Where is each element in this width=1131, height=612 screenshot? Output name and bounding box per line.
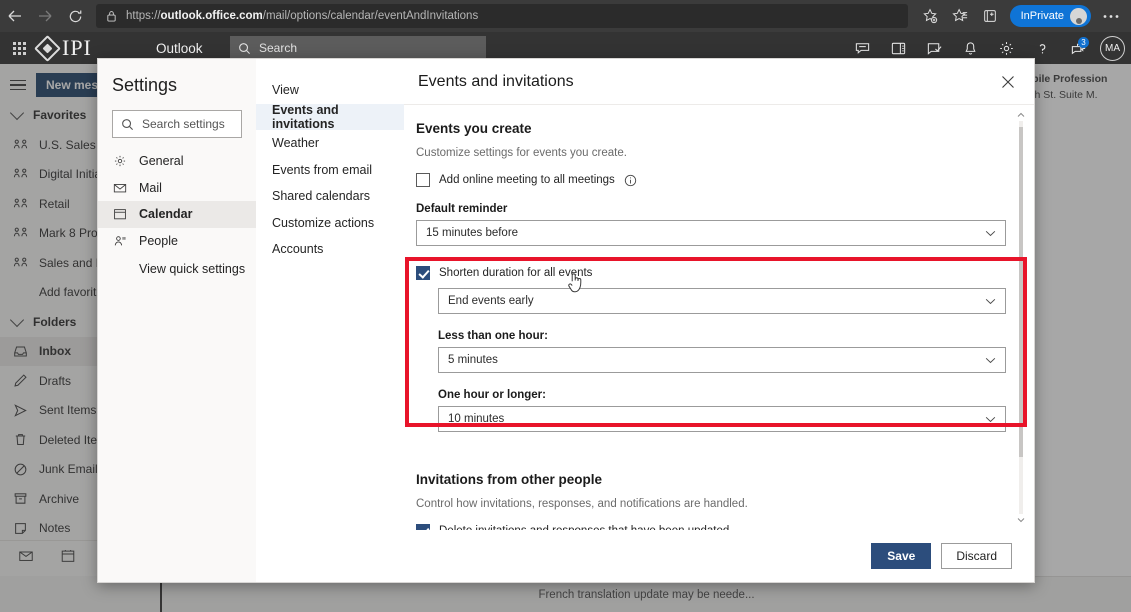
default-reminder-label: Default reminder (416, 203, 508, 215)
url-host: outlook.office.com (160, 10, 263, 22)
subnav-item-customize-actions[interactable]: Customize actions (256, 210, 404, 237)
add-online-meeting-checkbox[interactable] (416, 173, 430, 187)
profile-avatar (1070, 7, 1087, 25)
detail-scrollbar[interactable] (1014, 109, 1028, 526)
scrollbar-thumb[interactable] (1019, 127, 1023, 457)
person-icon (112, 234, 127, 248)
back-button[interactable] (0, 2, 30, 30)
add-online-meeting-label: Add online meeting to all meetings (439, 174, 615, 186)
address-bar[interactable]: https://outlook.office.com/mail/options/… (96, 4, 908, 28)
page-title: Events and invitations (418, 72, 574, 90)
default-reminder-select[interactable]: 15 minutes before (416, 220, 1006, 246)
settings-detail-pane: Events and invitations Events you create… (404, 59, 1034, 582)
detail-scroll-region: Events you create Customize settings for… (404, 105, 1034, 530)
delete-updated-row[interactable]: Delete invitations and responses that ha… (416, 524, 1006, 530)
settings-title: Settings (112, 75, 178, 95)
one-hour-or-longer-label: One hour or longer: (438, 389, 546, 401)
inprivate-indicator[interactable]: InPrivate (1009, 5, 1091, 27)
settings-nav-column: Settings Search settings General Mail Ca… (98, 59, 256, 582)
sidebar-item-calendar[interactable]: Calendar (98, 201, 256, 228)
shorten-mode-value: End events early (448, 295, 534, 307)
search-placeholder: Search (259, 41, 298, 55)
search-icon (239, 42, 251, 54)
sidebar-item-people[interactable]: People (98, 228, 256, 255)
sidebar-item-label: Calendar (139, 207, 193, 222)
search-icon (122, 118, 134, 130)
section-title-events-you-create: Events you create (416, 121, 532, 136)
chevron-down-icon (985, 416, 996, 423)
sidebar-item-general[interactable]: General (98, 148, 256, 175)
favorites-list-icon[interactable] (946, 3, 974, 29)
dialog-footer: Save Discard (404, 530, 1034, 582)
chevron-down-icon (985, 357, 996, 364)
mouse-cursor (567, 272, 584, 299)
chevron-down-icon (985, 298, 996, 305)
subnav-item-events-and-invitations[interactable]: Events and invitations (256, 103, 404, 131)
favorites-add-icon[interactable] (916, 3, 944, 29)
detail-header: Events and invitations (404, 59, 1034, 105)
less-than-one-hour-value: 5 minutes (448, 354, 498, 366)
reload-button[interactable] (60, 2, 90, 30)
discard-button[interactable]: Discard (941, 543, 1012, 569)
subnav-item-weather[interactable]: Weather (256, 130, 404, 157)
shorten-duration-row[interactable]: Shorten duration for all events (416, 266, 1006, 280)
less-than-one-hour-select[interactable]: 5 minutes (438, 347, 1006, 373)
subnav-item-shared-calendars[interactable]: Shared calendars (256, 183, 404, 210)
settings-subnav-column: View Events and invitations Weather Even… (256, 59, 404, 582)
sidebar-item-label: Mail (139, 180, 162, 195)
settings-dialog: Settings Search settings General Mail Ca… (97, 58, 1035, 583)
view-quick-settings-link[interactable]: View quick settings (98, 254, 256, 284)
feedback-icon[interactable]: 3 (1060, 32, 1096, 64)
save-button[interactable]: Save (871, 543, 932, 569)
section-desc-invitations: Control how invitations, responses, and … (416, 498, 748, 510)
forward-button[interactable] (30, 2, 60, 30)
lock-icon (106, 10, 117, 22)
shorten-duration-checkbox[interactable] (416, 266, 430, 280)
shorten-mode-select[interactable]: End events early (438, 288, 1006, 314)
delete-updated-label: Delete invitations and responses that ha… (439, 525, 729, 530)
search-input[interactable]: Search (230, 35, 486, 61)
sidebar-item-label: People (139, 233, 178, 248)
inprivate-label: InPrivate (1020, 10, 1064, 22)
info-icon[interactable] (624, 174, 637, 187)
subnav-item-view[interactable]: View (256, 77, 404, 104)
browser-toolbar: https://outlook.office.com/mail/options/… (0, 0, 1131, 32)
section-title-invitations: Invitations from other people (416, 472, 603, 487)
add-online-meeting-row[interactable]: Add online meeting to all meetings (416, 173, 1006, 187)
scroll-down-arrow-icon[interactable] (1014, 514, 1028, 526)
subnav-item-accounts[interactable]: Accounts (256, 236, 404, 263)
avatar[interactable]: MA (1100, 35, 1125, 61)
diamond-logo-icon (34, 34, 61, 62)
feedback-badge: 3 (1078, 37, 1089, 48)
collections-icon[interactable] (976, 3, 1004, 29)
settings-search-input[interactable]: Search settings (112, 110, 242, 138)
chevron-down-icon (985, 230, 996, 237)
sidebar-item-label: General (139, 154, 184, 169)
one-hour-or-longer-value: 10 minutes (448, 413, 505, 425)
app-launcher-icon[interactable] (0, 32, 38, 64)
less-than-one-hour-label: Less than one hour: (438, 330, 548, 342)
settings-search-placeholder: Search settings (142, 117, 225, 131)
app-name: Outlook (156, 40, 203, 56)
brand-name: IPI (62, 35, 92, 60)
default-reminder-value: 15 minutes before (426, 227, 519, 239)
close-icon[interactable] (996, 70, 1020, 94)
delete-updated-checkbox[interactable] (416, 524, 430, 530)
envelope-icon (112, 181, 127, 195)
section-desc-events-you-create: Customize settings for events you create… (416, 147, 627, 159)
sidebar-item-mail[interactable]: Mail (98, 175, 256, 202)
more-options-icon[interactable] (1097, 3, 1125, 29)
url-path: /mail/options/calendar/eventAndInvitatio… (262, 10, 479, 22)
scroll-up-arrow-icon[interactable] (1014, 109, 1028, 121)
one-hour-or-longer-select[interactable]: 10 minutes (438, 406, 1006, 432)
subnav-item-events-from-email[interactable]: Events from email (256, 157, 404, 184)
url-scheme: https:// (126, 10, 161, 22)
calendar-icon (112, 207, 127, 221)
gear-icon (112, 154, 127, 168)
browser-actions: InPrivate (916, 3, 1131, 29)
